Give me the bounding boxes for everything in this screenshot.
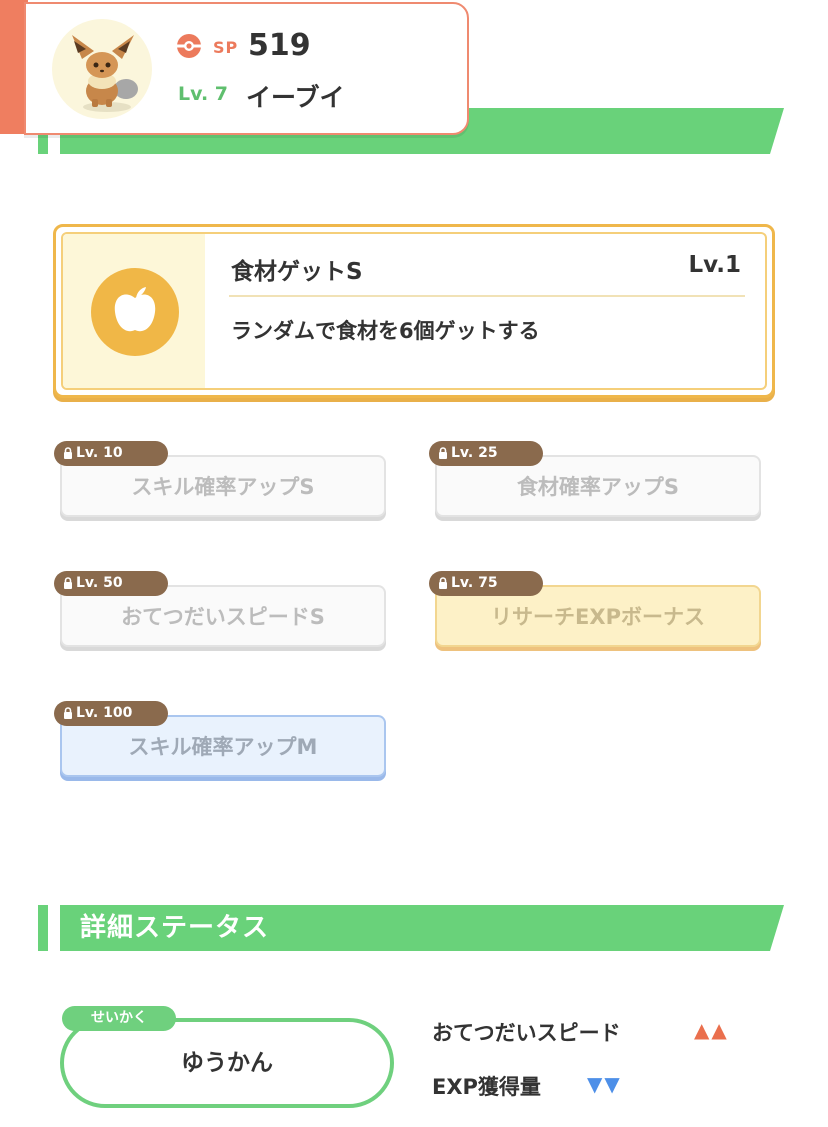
lock-icon <box>64 577 72 589</box>
main-skill-card[interactable]: 食材ゲットS Lv.1 ランダムで食材を6個ゲットする <box>53 224 775 398</box>
sp-label: SP <box>213 38 239 57</box>
unlock-level-text: Lv. 50 <box>76 575 123 591</box>
pokemon-header-card: SP 519 Lv. 7 イーブイ <box>0 0 470 137</box>
main-skill-description: ランダムで食材を6個ゲットする <box>231 319 540 343</box>
unlock-level-tag: Lv. 10 <box>54 441 168 466</box>
sub-skill-name: スキル確率アップM <box>128 735 318 759</box>
lock-icon <box>439 577 447 589</box>
unlock-level-tag: Lv. 75 <box>429 571 543 596</box>
up-arrows-icon: ▲▲ <box>694 1018 729 1042</box>
sub-skill-name: 食材確率アップS <box>516 475 680 499</box>
sub-skill-card[interactable]: 食材確率アップS Lv. 25 <box>429 441 761 517</box>
main-skill-level: Lv.1 <box>688 252 741 278</box>
sub-skill-name: スキル確率アップS <box>131 475 315 499</box>
sub-skill-card[interactable]: リサーチEXPボーナス Lv. 75 <box>429 571 761 647</box>
nature-up-effect: おてつだいスピード <box>432 1021 621 1045</box>
nature-box: ゆうかん せいかく <box>60 1006 394 1108</box>
nature-tag: せいかく <box>62 1006 176 1031</box>
down-arrows-icon: ▼▼ <box>587 1072 622 1096</box>
unlock-level-text: Lv. 10 <box>76 445 123 461</box>
unlock-level-text: Lv. 25 <box>451 445 498 461</box>
sp-value: 519 <box>248 28 311 63</box>
sub-skill-name: おてつだいスピードS <box>121 605 325 629</box>
main-skill-icon-circle <box>91 268 179 356</box>
main-skill-name: 食材ゲットS <box>231 259 363 285</box>
nature-pill: ゆうかん <box>60 1018 394 1108</box>
section-accent <box>38 905 48 951</box>
unlock-level-text: Lv. 75 <box>451 575 498 591</box>
pokemon-level: Lv. 7 <box>178 83 228 105</box>
sub-skill-card[interactable]: スキル確率アップS Lv. 10 <box>54 441 386 517</box>
unlock-level-tag: Lv. 25 <box>429 441 543 466</box>
section-title: 詳細ステータス <box>80 913 270 943</box>
nature-value: ゆうかん <box>181 1050 273 1076</box>
unlock-level-tag: Lv. 50 <box>54 571 168 596</box>
detail-status-header: 詳細ステータス <box>38 905 784 951</box>
unlock-level-text: Lv. 100 <box>76 705 133 721</box>
main-skill-icon-pane <box>63 234 205 388</box>
pokemon-name: イーブイ <box>246 83 345 112</box>
sub-skill-card[interactable]: おてつだいスピードS Lv. 50 <box>54 571 386 647</box>
unlock-level-tag: Lv. 100 <box>54 701 168 726</box>
main-skill-inner: 食材ゲットS Lv.1 ランダムで食材を6個ゲットする <box>61 232 767 390</box>
sub-skill-card[interactable]: スキル確率アップM Lv. 100 <box>54 701 386 777</box>
sub-skill-name: リサーチEXPボーナス <box>491 605 705 629</box>
pokemon-avatar <box>52 19 152 119</box>
pokeball-icon <box>177 34 201 58</box>
apple-icon <box>114 287 156 332</box>
lock-icon <box>64 707 72 719</box>
main-skill-divider <box>229 295 745 297</box>
lock-icon <box>64 447 72 459</box>
eevee-icon <box>72 35 138 112</box>
nature-down-effect: EXP獲得量 <box>432 1075 541 1099</box>
lock-icon <box>439 447 447 459</box>
